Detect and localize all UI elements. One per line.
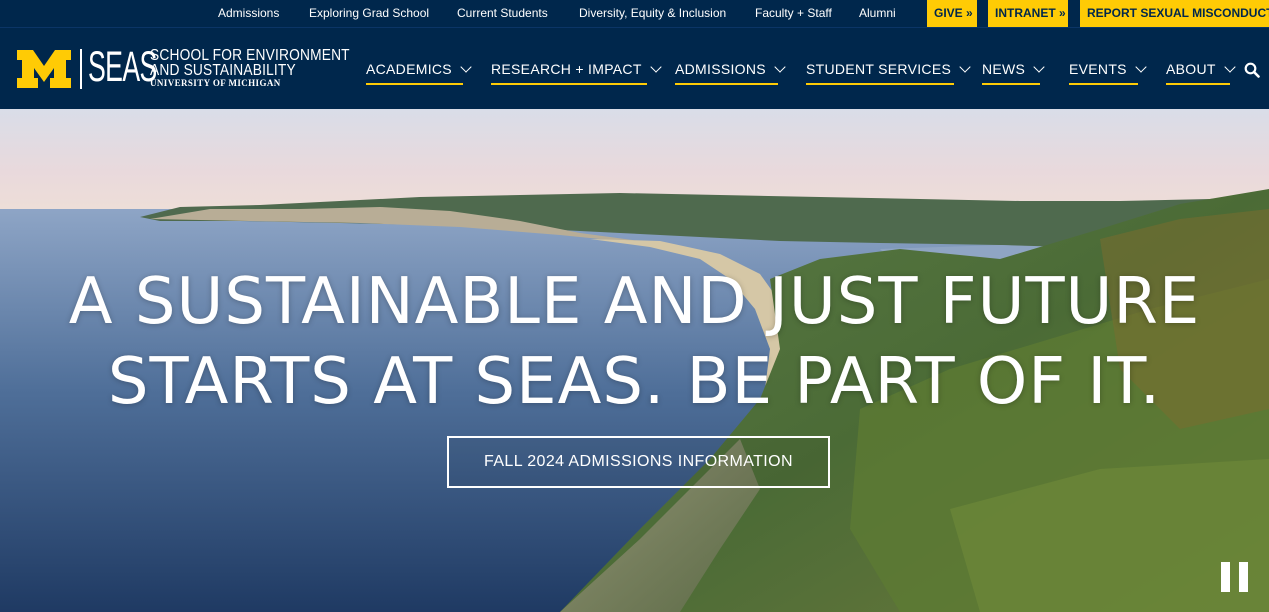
main-header: SEAS SCHOOL FOR ENVIRONMENT AND SUSTAINA… xyxy=(0,27,1269,109)
nav-item-academics[interactable]: ACADEMICS xyxy=(366,61,472,85)
hero-headline-line-2: STARTS AT SEAS. BE PART OF IT. xyxy=(107,345,1162,419)
nav-item-student-services[interactable]: STUDENT SERVICES xyxy=(806,61,971,85)
nav-item-admissions[interactable]: ADMISSIONS xyxy=(675,61,786,85)
fall-admissions-button[interactable]: FALL 2024 ADMISSIONS INFORMATION xyxy=(447,436,830,488)
utility-link-alumni[interactable]: Alumni xyxy=(859,0,896,27)
intranet-button[interactable]: INTRANET » xyxy=(988,0,1068,27)
utility-link-admissions[interactable]: Admissions xyxy=(218,0,279,27)
hero-headline-line-1: A SUSTAINABLE AND JUST FUTURE xyxy=(68,265,1201,339)
nav-label: ABOUT xyxy=(1166,61,1216,77)
nav-item-about[interactable]: ABOUT xyxy=(1166,61,1236,85)
search-icon[interactable] xyxy=(1244,62,1260,78)
report-misconduct-button[interactable]: REPORT SEXUAL MISCONDUCT » xyxy=(1080,0,1269,27)
nav-underline xyxy=(1069,83,1138,85)
logo-divider xyxy=(80,49,82,89)
chevron-down-icon xyxy=(959,61,971,73)
chevron-down-icon xyxy=(1224,61,1236,73)
give-button[interactable]: GIVE » xyxy=(927,0,977,27)
chevron-down-icon xyxy=(460,61,472,73)
utility-link-current-students[interactable]: Current Students xyxy=(457,0,548,27)
nav-underline xyxy=(675,83,778,85)
logo-line-2: AND SUSTAINABILITY xyxy=(150,62,296,79)
nav-label: ACADEMICS xyxy=(366,61,452,77)
nav-item-events[interactable]: EVENTS xyxy=(1069,61,1147,85)
nav-item-news[interactable]: NEWS xyxy=(982,61,1045,85)
utility-link-faculty-staff[interactable]: Faculty + Staff xyxy=(755,0,832,27)
chevron-down-icon xyxy=(1033,61,1045,73)
utility-link-exploring-grad-school[interactable]: Exploring Grad School xyxy=(309,0,429,27)
nav-underline xyxy=(982,83,1040,85)
pause-icon[interactable] xyxy=(1221,562,1249,592)
chevron-down-icon xyxy=(774,61,786,73)
nav-underline xyxy=(491,83,647,85)
utility-link-diversity[interactable]: Diversity, Equity & Inclusion xyxy=(579,0,726,27)
nav-underline xyxy=(806,83,954,85)
nav-underline xyxy=(1166,83,1230,85)
hero-banner: A SUSTAINABLE AND JUST FUTURE STARTS AT … xyxy=(0,109,1269,612)
nav-label: ADMISSIONS xyxy=(675,61,766,77)
nav-label: EVENTS xyxy=(1069,61,1127,77)
logo-line-3: UNIVERSITY OF MICHIGAN xyxy=(150,78,281,88)
logo-school-name: SCHOOL FOR ENVIRONMENT AND SUSTAINABILIT… xyxy=(150,47,350,89)
logo-line-1: SCHOOL FOR ENVIRONMENT xyxy=(150,47,350,64)
nav-label: NEWS xyxy=(982,61,1026,77)
utility-bar: Admissions Exploring Grad School Current… xyxy=(0,0,1269,27)
hero-headline: A SUSTAINABLE AND JUST FUTURE STARTS AT … xyxy=(0,262,1269,422)
nav-underline xyxy=(366,83,463,85)
nav-label: RESEARCH + IMPACT xyxy=(491,61,642,77)
block-m-icon xyxy=(17,50,71,88)
chevron-down-icon xyxy=(650,61,662,73)
logo-seas-wordmark: SEAS xyxy=(88,43,157,91)
pause-bar-left xyxy=(1221,562,1230,592)
nav-label: STUDENT SERVICES xyxy=(806,61,952,77)
chevron-down-icon xyxy=(1135,61,1147,73)
nav-item-research-impact[interactable]: RESEARCH + IMPACT xyxy=(491,61,662,85)
pause-bar-right xyxy=(1239,562,1248,592)
